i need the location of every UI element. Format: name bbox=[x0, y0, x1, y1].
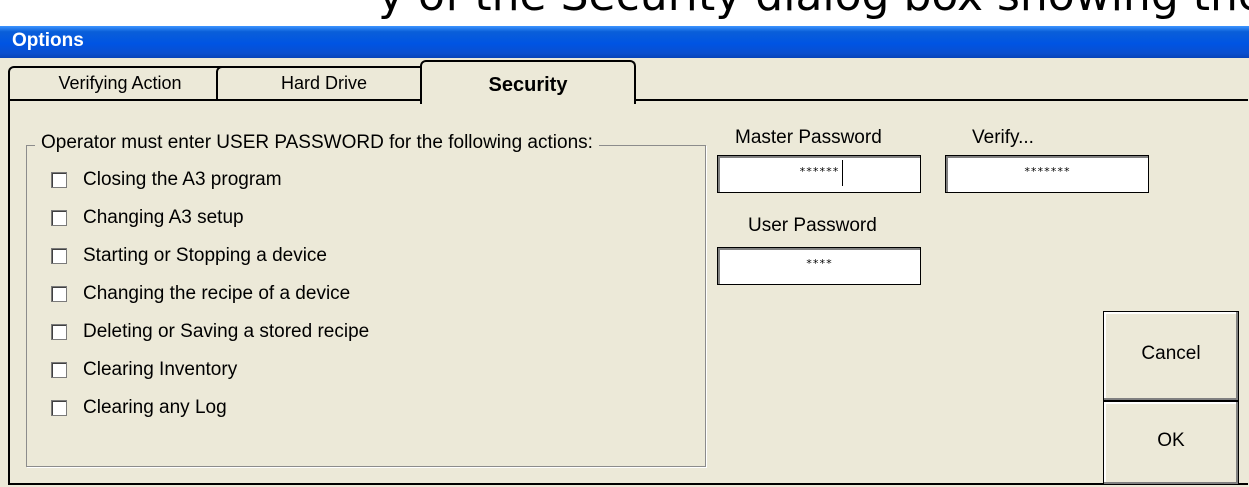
user-password-input[interactable]: **** bbox=[717, 247, 921, 285]
checkbox-box[interactable] bbox=[51, 400, 67, 416]
checkbox-label: Clearing Inventory bbox=[83, 359, 238, 380]
checkbox-box[interactable] bbox=[51, 248, 67, 264]
master-password-input[interactable]: ****** bbox=[717, 155, 921, 193]
checkbox-starting-stopping-device[interactable]: Starting or Stopping a device bbox=[51, 244, 327, 268]
ok-button[interactable]: OK bbox=[1103, 401, 1239, 485]
checkbox-label: Starting or Stopping a device bbox=[83, 245, 327, 266]
title-bar[interactable]: Options bbox=[0, 26, 1249, 58]
verify-password-input[interactable]: ******* bbox=[945, 155, 1149, 193]
checkbox-deleting-saving-recipe[interactable]: Deleting or Saving a stored recipe bbox=[51, 320, 369, 344]
master-password-label: Master Password bbox=[735, 127, 882, 148]
tab-hard-drive[interactable]: Hard Drive bbox=[216, 66, 432, 100]
master-password-value: ****** bbox=[799, 165, 839, 178]
checkbox-clearing-inventory[interactable]: Clearing Inventory bbox=[51, 358, 237, 382]
checkbox-box[interactable] bbox=[51, 324, 67, 340]
checkbox-box[interactable] bbox=[51, 362, 67, 378]
tab-verifying-action[interactable]: Verifying Action bbox=[8, 66, 232, 100]
verify-label: Verify... bbox=[972, 127, 1034, 148]
caption-text: y of the Security dialog box showing the bbox=[378, 0, 1249, 21]
user-password-actions-group: Operator must enter USER PASSWORD for th… bbox=[26, 132, 706, 467]
checkbox-box[interactable] bbox=[51, 172, 67, 188]
verify-password-value: ******* bbox=[1023, 165, 1071, 178]
checkbox-label: Deleting or Saving a stored recipe bbox=[83, 321, 370, 342]
window-title: Options bbox=[12, 30, 84, 51]
security-tab-panel: Operator must enter USER PASSWORD for th… bbox=[8, 99, 1248, 485]
options-dialog: Options Verifying Action Hard Drive Secu… bbox=[0, 26, 1249, 487]
cancel-button[interactable]: Cancel bbox=[1103, 311, 1239, 401]
checkbox-label: Closing the A3 program bbox=[83, 169, 282, 190]
checkbox-changing-setup[interactable]: Changing A3 setup bbox=[51, 206, 244, 230]
tab-security[interactable]: Security bbox=[420, 60, 636, 104]
tab-strip: Verifying Action Hard Drive Security bbox=[0, 58, 1249, 104]
checkbox-closing-program[interactable]: Closing the A3 program bbox=[51, 168, 282, 192]
user-password-label: User Password bbox=[748, 215, 877, 236]
checkbox-box[interactable] bbox=[51, 286, 67, 302]
group-title: Operator must enter USER PASSWORD for th… bbox=[35, 132, 599, 154]
checkbox-label: Changing the recipe of a device bbox=[83, 283, 351, 304]
user-password-value: **** bbox=[805, 257, 833, 270]
checkbox-changing-recipe[interactable]: Changing the recipe of a device bbox=[51, 282, 350, 306]
checkbox-label: Clearing any Log bbox=[83, 397, 227, 418]
text-caret bbox=[842, 160, 843, 186]
checkbox-label: Changing A3 setup bbox=[83, 207, 244, 228]
checkbox-box[interactable] bbox=[51, 210, 67, 226]
checkbox-clearing-log[interactable]: Clearing any Log bbox=[51, 396, 227, 420]
